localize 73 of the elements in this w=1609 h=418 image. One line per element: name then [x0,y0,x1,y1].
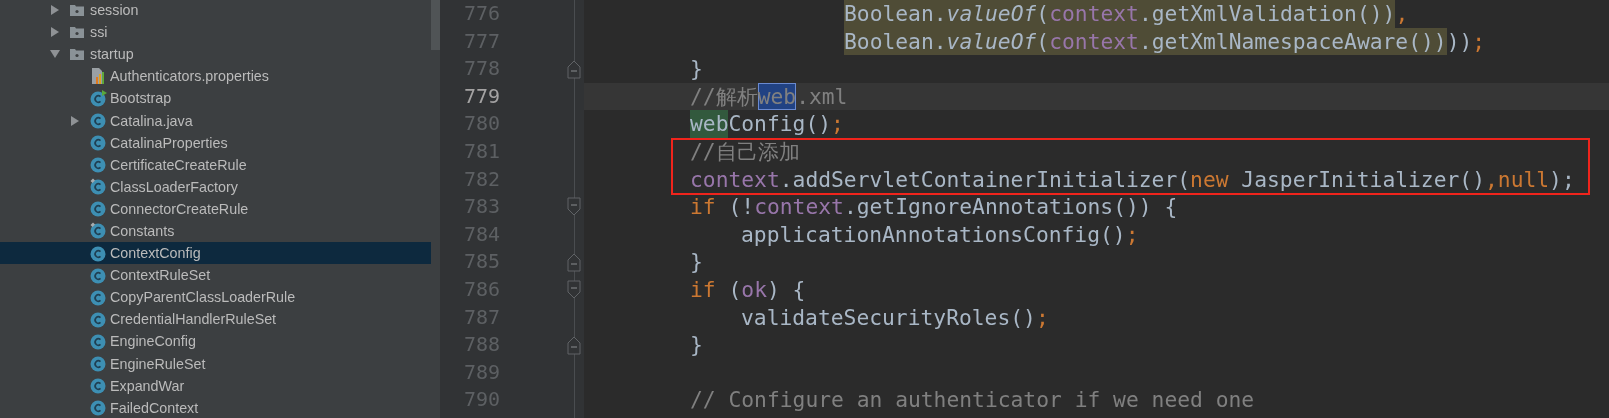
class-icon [90,244,107,262]
warning-highlight: ( [1036,0,1050,28]
code-line: if (!context.getIgnoreAnnotations()) { [690,194,1178,220]
tree-item[interactable]: CredentialHandlerRuleSet [0,308,431,331]
fold-icon[interactable] [567,279,581,300]
caret-down-icon[interactable] [50,49,60,60]
warning-highlight: Boolean. [844,27,947,56]
class-icon [90,310,107,328]
runnable-class-icon [90,89,107,107]
code-line: } [690,56,703,82]
tree-item[interactable]: ContextRuleSet [0,264,431,287]
folder-icon [70,48,84,61]
tree-item[interactable]: CopyParentClassLoaderRule [0,286,431,309]
fold-icon[interactable] [567,197,581,218]
class-icon [90,178,107,196]
code-line: Boolean.valueOf(context.getXmlNamespaceAware()))); [844,28,1486,54]
class-icon [90,399,107,417]
tree-item[interactable]: Bootstrap [0,87,431,110]
tree-item[interactable]: ClassLoaderFactory [0,175,431,198]
tree-item[interactable]: Catalina.java [0,109,431,132]
warning-highlight: valueOf [946,0,1037,28]
caret-right-icon[interactable] [70,115,80,126]
warning-highlight: valueOf [946,27,1037,56]
scrollbar-thumb[interactable] [431,0,440,50]
fold-end-icon[interactable] [567,59,581,80]
caret-right-icon[interactable] [50,5,60,16]
code-line: // Configure an authenticator if we need one [690,387,1255,413]
code-line: context.addServletContainerInitializer(new JasperInitializer(),null); [690,166,1575,192]
code-line: Boolean.valueOf(context.getXmlValidation()), [844,1,1409,26]
class-icon [90,200,107,218]
code-line: applicationAnnotationsConfig(); [741,221,1139,247]
tree-item[interactable]: ExpandWar [0,374,431,397]
class-icon [90,377,107,395]
tree-item[interactable]: ConnectorCreateRule [0,197,431,220]
fold-end-icon[interactable] [567,335,581,356]
warning-highlight: Boolean. [844,0,947,28]
tree-item[interactable]: CertificateCreateRule [0,153,431,176]
code-line: if (ok) { [690,276,806,302]
tree-item[interactable]: Constants [0,219,431,243]
code-line: validateSecurityRoles(); [741,304,1049,330]
code-line: } [690,332,703,358]
class-icon [90,134,107,152]
tree-item[interactable]: ssi [0,21,431,44]
caret-right-icon[interactable] [50,27,60,38]
code-line: webConfig(); [690,111,844,137]
warning-highlight: context [1049,27,1139,56]
class-icon [90,355,107,373]
class-icon [90,332,107,350]
usage-highlight: web [690,110,729,138]
class-icon [90,222,107,240]
warning-highlight: .getXmlNamespaceAware()) [1138,27,1447,56]
folder-icon [70,4,84,17]
code-line: //自己添加 [690,138,800,164]
warning-highlight: .getXmlValidation()) [1138,0,1396,28]
fold-end-icon[interactable] [567,252,581,273]
tree-item[interactable]: EngineConfig [0,330,431,353]
class-icon [90,288,107,306]
properties-file-icon [90,68,106,85]
tree-item[interactable]: Authenticators.properties [0,65,431,88]
tree-item[interactable]: startup [0,43,431,66]
class-icon [90,156,107,174]
code-line: } [690,249,703,275]
tree-item[interactable]: FailedContext [0,396,431,418]
line-number: 779 [462,82,500,110]
tree-item[interactable]: EngineRuleSet [0,352,431,375]
folder-icon [70,26,84,39]
class-icon [90,266,107,284]
tree-item[interactable]: CatalinaProperties [0,131,431,154]
warning-highlight: ( [1036,27,1050,56]
class-icon [90,112,107,129]
tree-item[interactable]: session [0,0,431,22]
tree-item[interactable]: ContextConfig [0,242,431,265]
warning-highlight: context [1049,0,1139,28]
